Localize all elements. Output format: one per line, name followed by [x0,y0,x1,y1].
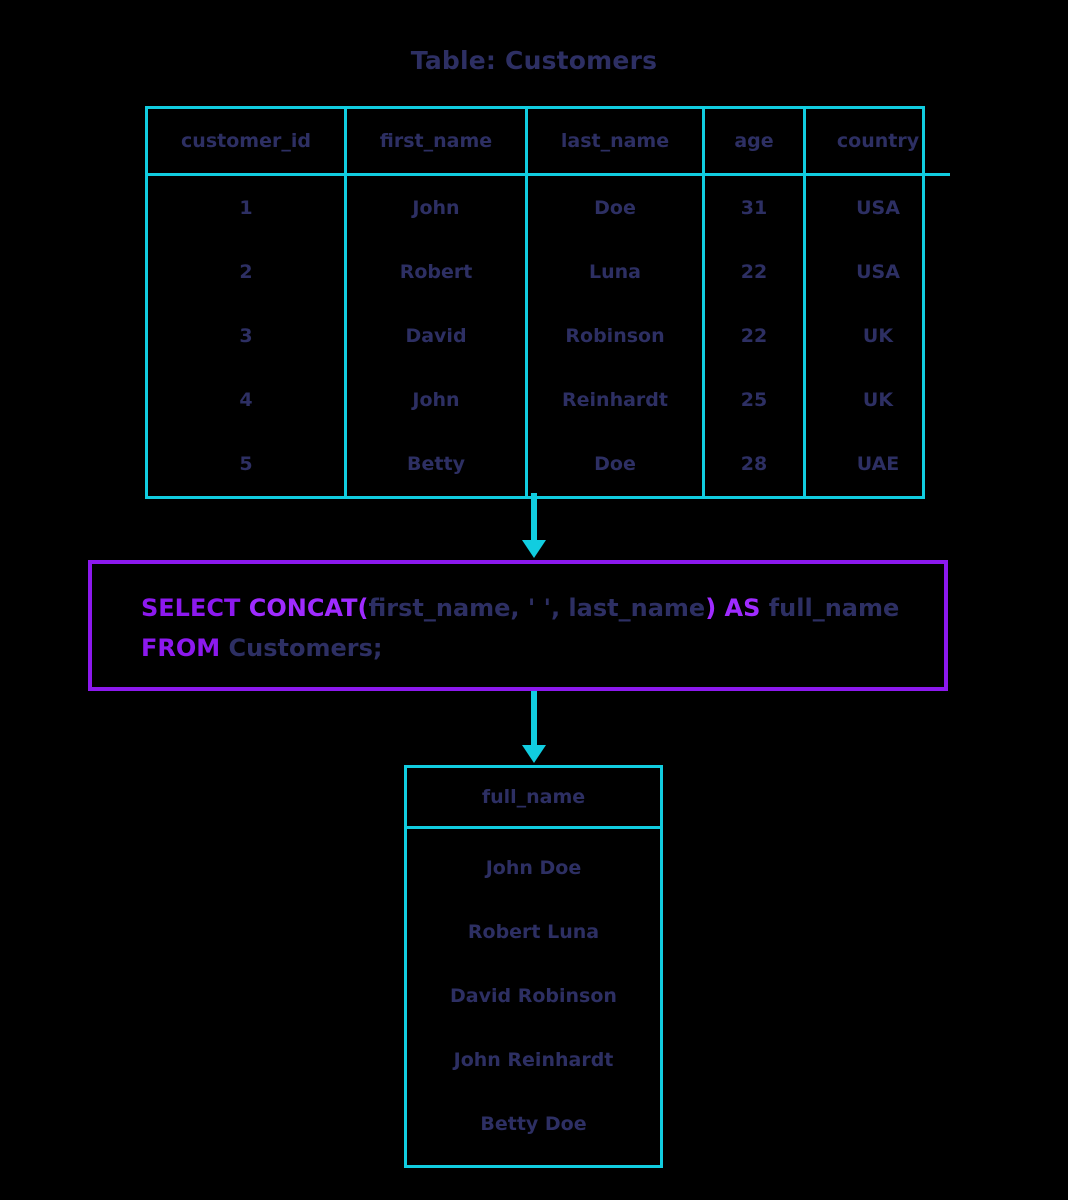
sql-function-concat: CONCAT( [248,594,369,622]
cell-last-name: Reinhardt [526,368,705,432]
cell-full-name: John Reinhardt [453,1049,614,1071]
cell-first-name: John [345,174,528,240]
cell-age: 22 [703,304,806,368]
cell-country: UAE [856,453,900,475]
cell-country: UK [862,325,894,347]
source-table-head: customer_id first_name last_name age cou… [148,109,950,176]
column-header-age: age [703,109,806,176]
sql-keyword-select: SELECT [141,594,249,622]
page-title: Table: Customers [410,46,658,75]
result-table-head: full_name [407,768,660,829]
column-header-country: country [804,109,950,176]
sql-keyword-as: AS [716,594,769,622]
table-row: 2 Robert Luna 22 USA [148,240,950,304]
table-row: 1 John Doe 31 USA [148,174,950,240]
table-row: Robert Luna [407,900,660,964]
cell-age: 31 [703,174,806,240]
result-table: full_name John Doe Robert Luna David Rob… [404,765,663,1168]
cell-age: 28 [703,432,806,496]
arrow-shaft [531,493,537,542]
sql-paren-close: ) [705,594,717,622]
column-header-first-name: first_name [345,109,528,176]
cell-last-name: Robinson [526,304,705,368]
cell-first-name: John [345,368,528,432]
table-row: 3 David Robinson 22 UK [148,304,950,368]
cell-last-name: Doe [526,432,705,496]
arrow-down-icon [514,691,554,766]
table-row: John Doe [407,828,660,901]
cell-country: USA [856,197,900,219]
cell-full-name: David Robinson [450,985,617,1007]
arrow-shaft [531,691,537,747]
sql-alias-full-name: full_name [768,594,900,622]
column-header-last-name: last_name [526,109,705,176]
table-row: John Reinhardt [407,1028,660,1092]
result-table-grid: full_name John Doe Robert Luna David Rob… [407,768,660,1165]
sql-concat-arguments: first_name, ' ', last_name [368,594,706,622]
cell-first-name: David [345,304,528,368]
column-header-customer-id: customer_id [148,109,347,176]
column-header-full-name: full_name [407,768,660,829]
table-header-row: customer_id first_name last_name age cou… [148,109,950,176]
cell-age: 22 [703,240,806,304]
sql-table-customers: Customers; [228,634,383,662]
table-row: 4 John Reinhardt 25 UK [148,368,950,432]
sql-line-2: FROM Customers; [141,628,944,668]
sql-keyword-from: FROM [141,634,229,662]
cell-full-name: Robert Luna [467,921,600,943]
arrow-head [522,540,546,558]
cell-age: 25 [703,368,806,432]
sql-query-box: SELECT CONCAT(first_name, ' ', last_name… [88,560,948,691]
cell-first-name: Betty [345,432,528,496]
result-table-body: John Doe Robert Luna David Robinson John… [407,828,660,1166]
table-row: Betty Doe [407,1092,660,1165]
source-table: customer_id first_name last_name age cou… [145,106,950,499]
source-table-grid: customer_id first_name last_name age cou… [148,109,950,496]
cell-customer-id: 5 [148,432,347,496]
cell-customer-id: 4 [148,368,347,432]
sql-line-1: SELECT CONCAT(first_name, ' ', last_name… [141,588,944,628]
cell-last-name: Doe [526,174,705,240]
cell-last-name: Luna [526,240,705,304]
table-header-row: full_name [407,768,660,829]
cell-first-name: Robert [345,240,528,304]
source-table-body: 1 John Doe 31 USA 2 Robert Luna 22 USA 3… [148,174,950,496]
cell-country: USA [856,261,900,283]
cell-country: UK [862,389,894,411]
cell-customer-id: 1 [148,174,347,240]
cell-customer-id: 2 [148,240,347,304]
arrow-head [522,745,546,763]
table-row: 5 Betty Doe 28 UAE [148,432,950,496]
arrow-down-icon [514,493,554,560]
cell-full-name: John Doe [485,857,582,879]
table-row: David Robinson [407,964,660,1028]
cell-customer-id: 3 [148,304,347,368]
cell-full-name: Betty Doe [480,1113,587,1135]
